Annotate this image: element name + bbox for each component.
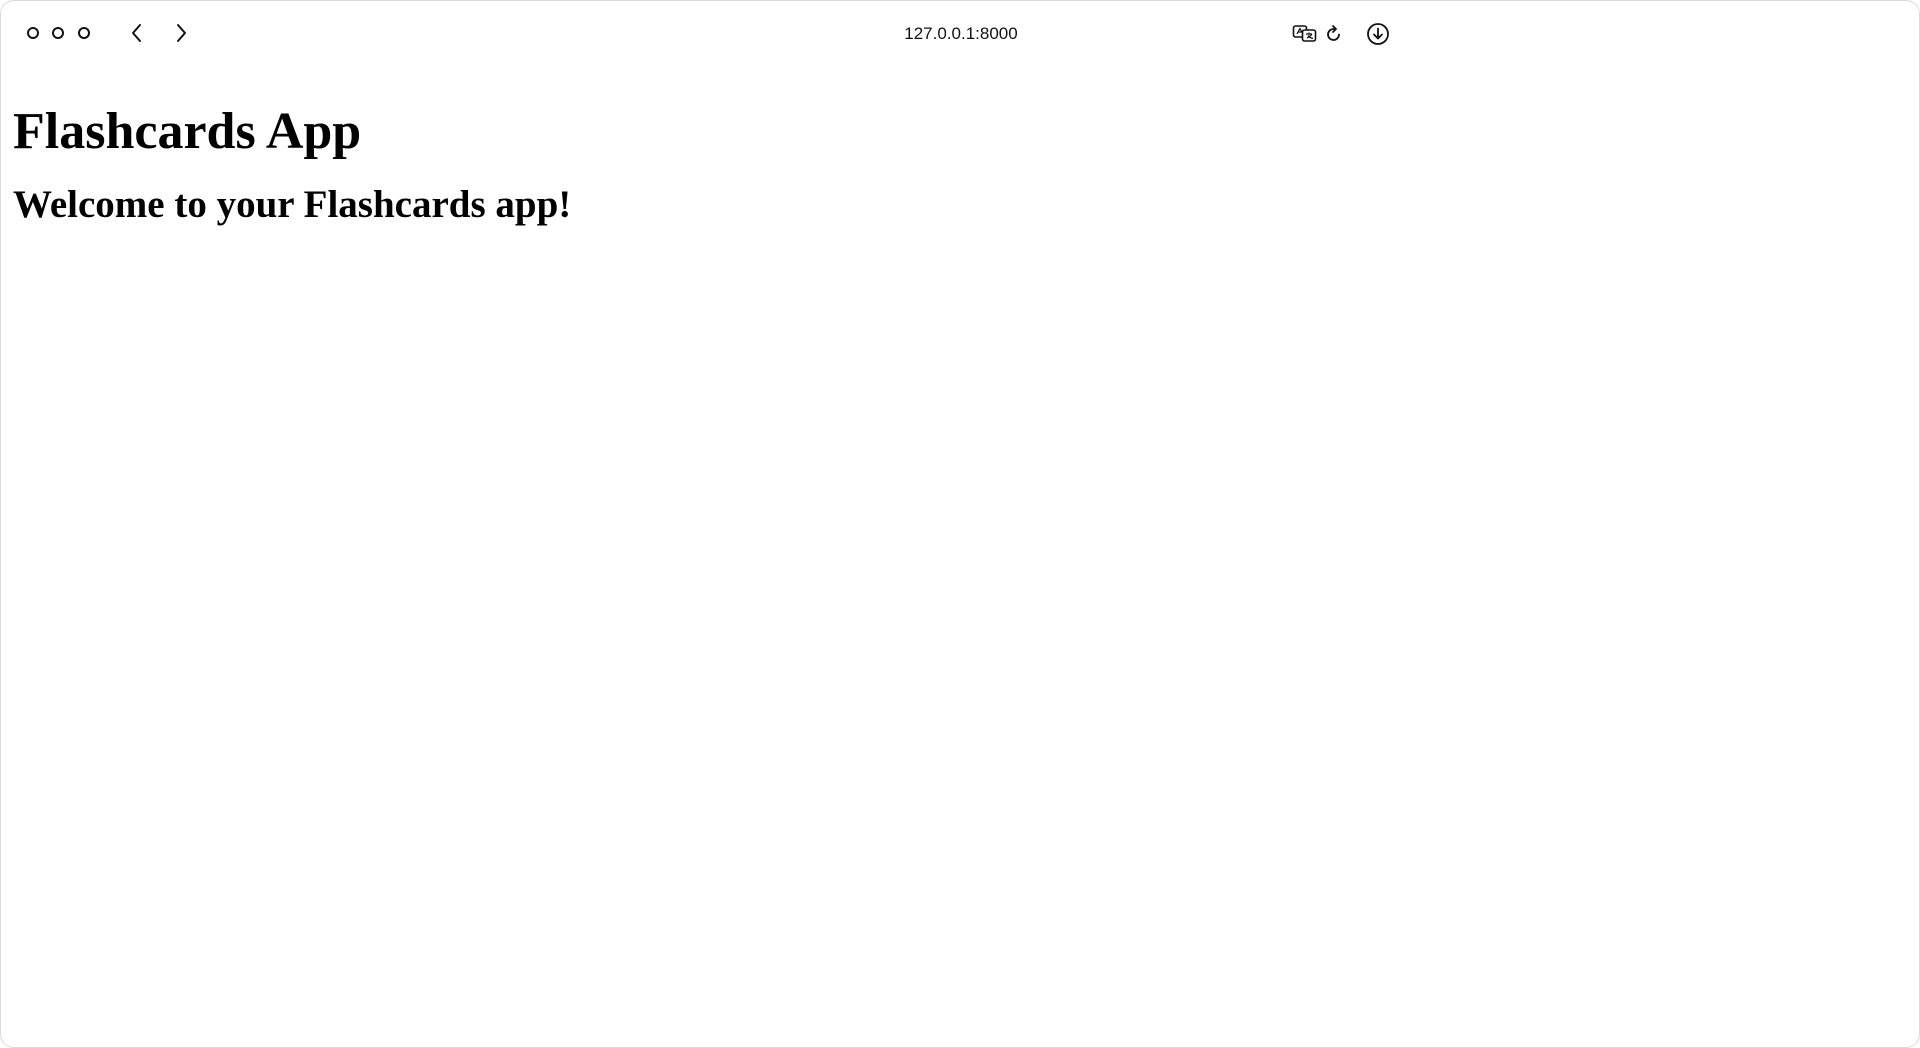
reload-icon: [1327, 25, 1340, 41]
chevron-left-icon: [132, 24, 141, 42]
translate-icon: [1292, 25, 1317, 42]
forward-button[interactable]: [169, 21, 193, 45]
download-icon: [1367, 23, 1389, 45]
chevron-right-icon: [177, 24, 186, 42]
downloads-button[interactable]: [1365, 21, 1391, 47]
page-content: Flashcards App Welcome to your Flashcard…: [13, 97, 1919, 231]
back-button[interactable]: [125, 21, 149, 45]
browser-toolbar: 127.0.0.1:8000: [1, 1, 1919, 67]
welcome-heading: Welcome to your Flashcards app!: [13, 183, 572, 226]
page-title: Flashcards App: [13, 103, 362, 160]
zoom-window-icon[interactable]: [78, 27, 90, 39]
minimize-window-icon[interactable]: [52, 27, 64, 39]
address-bar[interactable]: 127.0.0.1:8000: [861, 23, 1061, 45]
translate-button[interactable]: [1292, 21, 1318, 47]
reload-button[interactable]: [1321, 21, 1347, 47]
close-window-icon[interactable]: [27, 27, 39, 39]
browser-window: 127.0.0.1:8000 Flashcards App Welcome to: [0, 0, 1920, 1048]
